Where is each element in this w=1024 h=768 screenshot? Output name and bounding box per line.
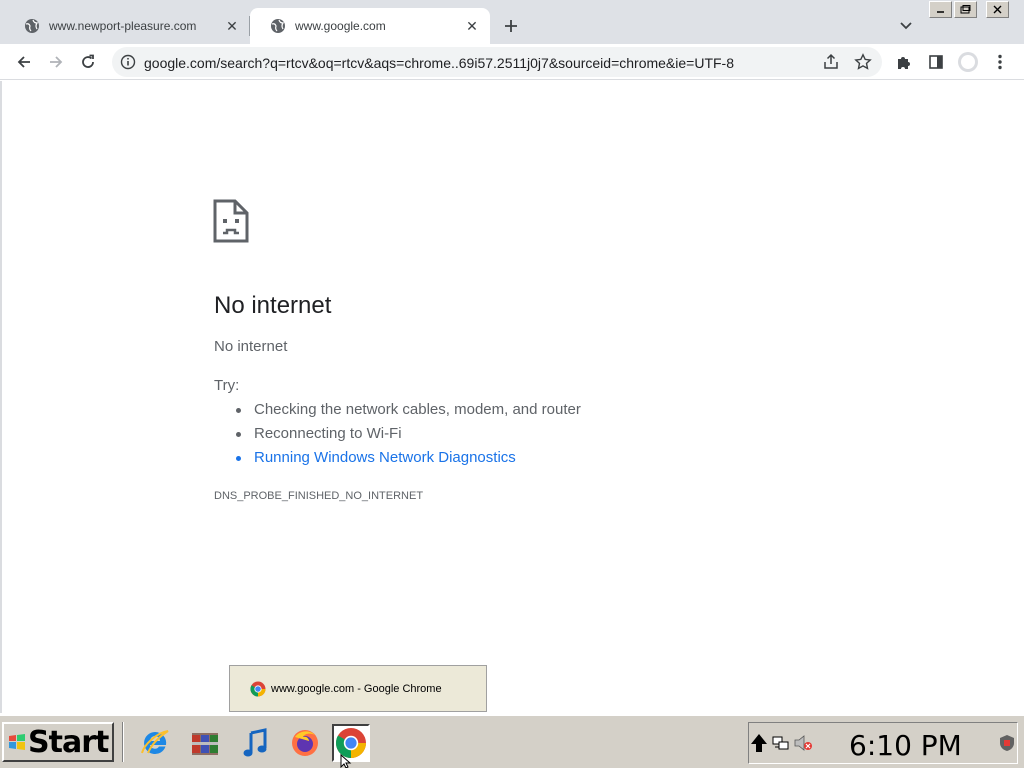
close-icon: [993, 5, 1002, 14]
new-tab-button[interactable]: [499, 14, 523, 38]
address-bar[interactable]: google.com/search?q=rtcv&oq=rtcv&aqs=chr…: [112, 47, 882, 77]
side-panel-button[interactable]: [924, 50, 948, 74]
star-icon[interactable]: [854, 53, 872, 71]
error-subheading: No internet: [214, 338, 288, 355]
forward-arrow-icon: [50, 56, 63, 68]
close-window-button[interactable]: [986, 1, 1009, 18]
chrome-icon: [250, 681, 266, 696]
tab-title: www.google.com: [295, 19, 386, 33]
security-shield-icon[interactable]: [997, 733, 1017, 753]
close-tab-icon[interactable]: ✕: [464, 18, 480, 34]
tooltip-text: www.google.com - Google Chrome: [271, 682, 442, 695]
sad-page-icon: [213, 199, 249, 243]
extensions-button[interactable]: [892, 50, 916, 74]
globe-icon: [25, 19, 39, 33]
music-button[interactable]: [236, 724, 274, 762]
info-icon[interactable]: [120, 54, 136, 70]
close-tab-icon[interactable]: ✕: [224, 18, 240, 34]
side-panel-icon: [929, 55, 943, 69]
archive-button[interactable]: [186, 724, 224, 762]
page-content: No internet No internet Try: Checking th…: [0, 81, 1024, 713]
restore-icon: [960, 5, 971, 14]
firefox-icon: [292, 730, 318, 756]
list-item: Checking the network cables, modem, and …: [234, 399, 581, 423]
music-icon: [243, 728, 267, 757]
archive-icon: [192, 733, 218, 755]
tab-search-button[interactable]: [896, 16, 916, 36]
tab-google[interactable]: www.google.com ✕: [250, 8, 490, 44]
avatar-icon: [958, 52, 978, 72]
tab-newport-pleasure[interactable]: www.newport-pleasure.com ✕: [4, 8, 250, 44]
profile-button[interactable]: [956, 50, 980, 74]
share-icon[interactable]: [822, 53, 840, 71]
try-label: Try:: [214, 377, 240, 394]
puzzle-icon: [898, 57, 910, 69]
minimize-icon: [937, 11, 944, 13]
firefox-button[interactable]: [286, 724, 324, 762]
network-diagnostics-link[interactable]: Running Windows Network Diagnostics: [234, 447, 581, 471]
back-button[interactable]: [12, 50, 36, 74]
error-heading: No internet: [214, 292, 332, 319]
more-vert-icon: [998, 54, 1002, 70]
back-arrow-icon: [17, 56, 30, 68]
taskbar: Start 6:10 PM: [0, 714, 1024, 768]
menu-button[interactable]: [988, 50, 1012, 74]
start-button[interactable]: Start: [2, 722, 114, 762]
tab-strip: www.newport-pleasure.com ✕ www.google.co…: [0, 0, 1024, 44]
minimize-button[interactable]: [929, 1, 952, 18]
reload-icon: [82, 54, 94, 68]
chevron-down-icon: [900, 22, 912, 30]
tray-arrow-icon[interactable]: [749, 733, 769, 753]
windows-flag-icon: [9, 734, 25, 750]
volume-muted-icon[interactable]: [793, 733, 813, 753]
list-item: Reconnecting to Wi-Fi: [234, 423, 581, 447]
url-text[interactable]: google.com/search?q=rtcv&oq=rtcv&aqs=chr…: [144, 55, 734, 71]
start-label: Start: [28, 724, 109, 760]
restore-button[interactable]: [954, 1, 977, 18]
globe-icon: [271, 19, 285, 33]
taskbar-clock: 6:10 PM: [849, 729, 962, 762]
suggestions-list: Checking the network cables, modem, and …: [234, 399, 581, 471]
system-tray: 6:10 PM: [748, 722, 1018, 764]
reload-button[interactable]: [76, 50, 100, 74]
desktop: www.newport-pleasure.com ✕ www.google.co…: [0, 0, 1024, 768]
plus-icon: [505, 20, 517, 32]
error-code: DNS_PROBE_FINISHED_NO_INTERNET: [214, 490, 424, 502]
network-icon[interactable]: [771, 733, 791, 753]
browser-toolbar: google.com/search?q=rtcv&oq=rtcv&aqs=chr…: [0, 44, 1024, 80]
mouse-cursor-icon: [340, 754, 352, 768]
internet-explorer-icon: [141, 730, 169, 754]
taskbar-separator: [122, 722, 124, 762]
tab-title: www.newport-pleasure.com: [49, 19, 197, 33]
taskbar-tooltip: www.google.com - Google Chrome: [229, 665, 487, 712]
forward-button[interactable]: [44, 50, 68, 74]
internet-explorer-button[interactable]: [136, 724, 174, 762]
